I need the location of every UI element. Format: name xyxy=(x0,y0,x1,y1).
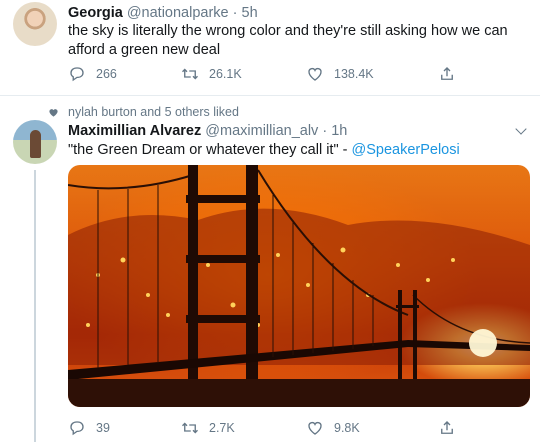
separator: · xyxy=(322,123,328,139)
retweet-icon xyxy=(182,68,198,80)
handle[interactable]: @nationalparke xyxy=(127,5,229,21)
social-context-text[interactable]: nylah burton and 5 others liked xyxy=(68,105,239,119)
retweet-count: 2.7K xyxy=(209,421,235,435)
heart-icon xyxy=(308,421,322,435)
bridge-fire-photo xyxy=(68,165,530,407)
reply-count: 39 xyxy=(96,421,110,435)
reply-icon xyxy=(70,67,84,82)
tweet-photo[interactable] xyxy=(68,165,530,407)
share-icon xyxy=(441,67,453,80)
tweet-maximillian[interactable]: nylah burton and 5 others liked Maximill… xyxy=(0,97,540,442)
tweet-text: "the Green Dream or whatever they call i… xyxy=(68,141,523,160)
share-button[interactable] xyxy=(438,64,466,84)
avatar[interactable] xyxy=(13,2,57,46)
tweet-text-body: "the Green Dream or whatever they call i… xyxy=(68,142,352,158)
tweet-header: Maximillian Alvarez @maximillian_alv · 1… xyxy=(68,122,347,140)
action-bar: 39 2.7K 9.8K xyxy=(68,418,518,438)
heart-icon xyxy=(308,67,322,81)
reply-icon xyxy=(70,421,84,436)
chevron-down-icon[interactable] xyxy=(514,124,528,138)
reply-button[interactable]: 39 xyxy=(68,418,110,438)
action-bar: 266 26.1K 138.4K xyxy=(68,64,518,84)
like-count: 138.4K xyxy=(334,67,374,81)
mention-link[interactable]: @SpeakerPelosi xyxy=(352,142,460,158)
retweet-count: 26.1K xyxy=(209,67,242,81)
display-name[interactable]: Maximillian Alvarez xyxy=(68,123,201,139)
tweet-text: the sky is literally the wrong color and… xyxy=(68,23,508,58)
like-count: 9.8K xyxy=(334,421,360,435)
tweet-header: Georgia @nationalparke · 5h xyxy=(68,4,258,22)
thread-line xyxy=(34,170,36,442)
reply-count: 266 xyxy=(96,67,117,81)
like-button[interactable]: 138.4K xyxy=(306,64,374,84)
timestamp[interactable]: 1h xyxy=(331,123,347,139)
social-context: nylah burton and 5 others liked xyxy=(48,105,239,119)
share-button[interactable] xyxy=(438,418,466,438)
retweet-button[interactable]: 26.1K xyxy=(181,64,242,84)
retweet-icon xyxy=(182,422,198,434)
retweet-button[interactable]: 2.7K xyxy=(181,418,235,438)
reply-button[interactable]: 266 xyxy=(68,64,117,84)
share-icon xyxy=(441,421,453,434)
like-button[interactable]: 9.8K xyxy=(306,418,360,438)
separator: · xyxy=(232,5,238,21)
display-name[interactable]: Georgia xyxy=(68,5,123,21)
handle[interactable]: @maximillian_alv xyxy=(205,123,318,139)
heart-icon xyxy=(49,108,58,117)
avatar[interactable] xyxy=(13,120,57,164)
tweet-georgia[interactable]: Georgia @nationalparke · 5h the sky is l… xyxy=(0,0,540,96)
timestamp[interactable]: 5h xyxy=(242,5,258,21)
